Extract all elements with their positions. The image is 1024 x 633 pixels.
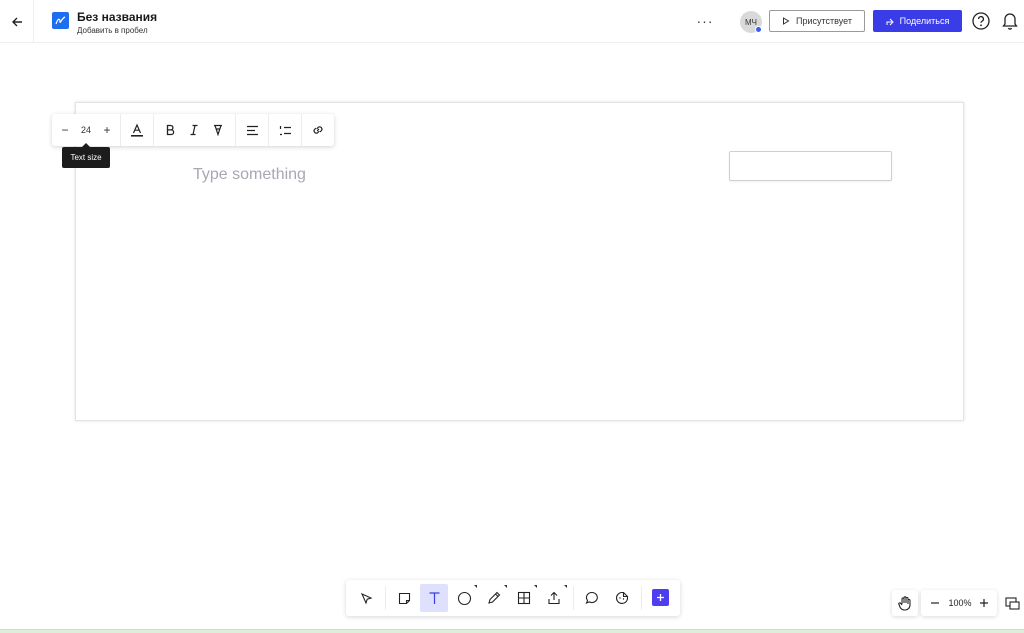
notifications-button[interactable] xyxy=(1001,11,1019,31)
share-icon xyxy=(886,18,894,25)
comment-icon xyxy=(585,591,598,604)
avatar-status-dot xyxy=(755,26,762,33)
present-button[interactable]: Присутствует xyxy=(769,10,865,32)
share-button[interactable]: Поделиться xyxy=(873,10,962,32)
add-more-tools-button[interactable] xyxy=(652,589,669,606)
play-icon xyxy=(783,17,790,25)
text-size-tooltip: Text size xyxy=(62,147,110,168)
divider xyxy=(153,114,154,146)
bell-icon xyxy=(1002,13,1018,30)
table-tool[interactable] xyxy=(510,584,538,612)
text-placeholder[interactable]: Type something xyxy=(193,166,306,184)
zoom-controls: 100% xyxy=(921,590,997,616)
help-button[interactable] xyxy=(971,11,991,31)
back-button[interactable] xyxy=(0,0,34,43)
ellipsis-icon: ··· xyxy=(696,13,714,29)
text-icon xyxy=(429,592,439,604)
text-tool[interactable] xyxy=(420,584,448,612)
help-circle-icon xyxy=(972,12,990,30)
align-button[interactable] xyxy=(240,114,264,146)
bold-button[interactable] xyxy=(159,114,181,146)
sticker-tool[interactable] xyxy=(608,584,636,612)
divider xyxy=(235,114,236,146)
status-strip xyxy=(0,629,1024,633)
avatar-initials: МЧ xyxy=(745,17,757,27)
shape-tool[interactable] xyxy=(450,584,478,612)
more-options-button[interactable]: ··· xyxy=(694,12,716,30)
text-color-icon xyxy=(131,123,143,137)
zoom-in-button[interactable] xyxy=(974,593,994,613)
zoom-out-button[interactable] xyxy=(925,593,945,613)
hand-icon xyxy=(898,596,911,611)
sticky-note-icon xyxy=(398,592,410,604)
increase-font-size-button[interactable]: + xyxy=(98,114,116,146)
zoom-level[interactable]: 100% xyxy=(946,590,974,616)
bold-icon xyxy=(166,124,175,136)
top-bar: Без названия Добавить в пробел ··· МЧ Пр… xyxy=(0,0,1024,43)
list-button[interactable] xyxy=(273,114,297,146)
divider xyxy=(120,114,121,146)
submenu-indicator xyxy=(474,585,477,588)
add-to-space-link[interactable]: Добавить в пробел xyxy=(77,26,148,35)
select-tool[interactable] xyxy=(352,584,380,612)
minimap-button[interactable] xyxy=(1001,590,1024,616)
pen-tool[interactable] xyxy=(480,584,508,612)
board-title[interactable]: Без названия xyxy=(77,10,157,24)
divider xyxy=(385,586,386,610)
highlight-icon xyxy=(214,124,222,136)
link-icon xyxy=(313,126,323,134)
plus-icon: + xyxy=(103,123,111,137)
submenu-indicator xyxy=(534,585,537,588)
divider xyxy=(641,586,642,610)
minimap-icon xyxy=(1005,596,1020,610)
submenu-indicator xyxy=(564,585,567,588)
upload-icon xyxy=(548,591,560,605)
sticker-icon xyxy=(615,591,629,605)
empty-text-box[interactable] xyxy=(729,151,892,181)
add-icon xyxy=(657,594,664,601)
decrease-font-size-button[interactable]: − xyxy=(56,114,74,146)
divider xyxy=(301,114,302,146)
link-button[interactable] xyxy=(306,114,330,146)
divider xyxy=(268,114,269,146)
upload-tool[interactable] xyxy=(540,584,568,612)
shape-icon xyxy=(457,591,471,605)
italic-button[interactable] xyxy=(183,114,205,146)
whiteboard-logo-icon xyxy=(52,12,69,29)
pen-icon xyxy=(488,591,501,604)
sticky-note-tool[interactable] xyxy=(390,584,418,612)
share-label: Поделиться xyxy=(899,16,950,26)
divider xyxy=(573,586,574,610)
hand-tool-button[interactable] xyxy=(892,590,918,616)
comment-tool[interactable] xyxy=(578,584,606,612)
minus-icon xyxy=(931,602,939,604)
present-label: Присутствует xyxy=(796,16,852,26)
submenu-indicator xyxy=(504,585,507,588)
minus-icon: − xyxy=(61,123,69,137)
text-format-toolbar: − 24 + xyxy=(52,114,334,146)
table-icon xyxy=(517,591,531,605)
plus-icon xyxy=(980,599,988,607)
align-left-icon xyxy=(246,125,258,135)
arrow-left-icon xyxy=(11,17,22,26)
canvas-frame[interactable] xyxy=(75,102,964,421)
text-color-button[interactable] xyxy=(125,114,149,146)
select-icon xyxy=(360,592,373,605)
highlight-button[interactable] xyxy=(207,114,229,146)
font-size-value[interactable]: 24 xyxy=(76,114,96,146)
numbered-list-icon xyxy=(279,125,291,135)
italic-icon xyxy=(190,124,198,136)
creation-toolbar xyxy=(346,580,680,616)
